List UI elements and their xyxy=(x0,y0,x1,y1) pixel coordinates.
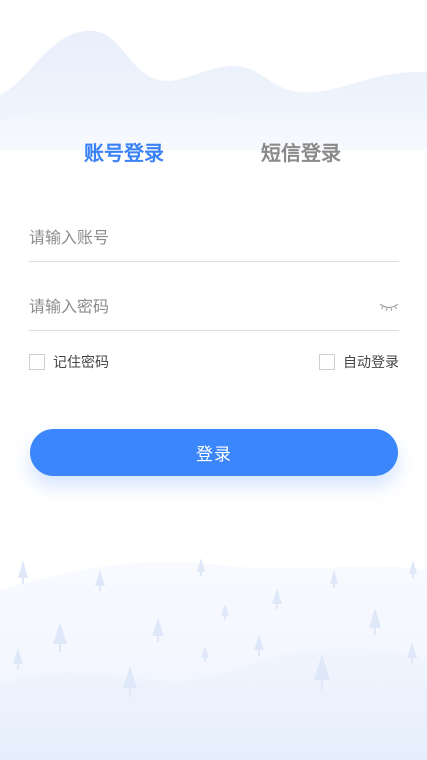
tab-sms-login-label: 短信登录 xyxy=(261,141,341,165)
eye-closed-icon[interactable] xyxy=(379,299,399,313)
auto-login-label: 自动登录 xyxy=(343,355,399,371)
tab-sms-login[interactable]: 短信登录 xyxy=(261,138,341,168)
auto-login-checkbox[interactable] xyxy=(319,354,335,370)
password-field xyxy=(29,283,399,331)
account-field xyxy=(29,214,399,262)
account-input[interactable] xyxy=(29,214,369,260)
tab-account-login[interactable]: 账号登录 xyxy=(84,138,164,168)
remember-password-label: 记住密码 xyxy=(53,355,109,371)
login-options: 记住密码 自动登录 xyxy=(29,352,399,372)
password-input[interactable] xyxy=(29,283,369,329)
login-button[interactable]: 登录 xyxy=(30,429,398,476)
auto-login-option[interactable]: 自动登录 xyxy=(319,352,399,372)
login-mode-tabs: 账号登录 短信登录 xyxy=(0,138,427,172)
bottom-forest-background xyxy=(0,558,427,760)
remember-password-checkbox[interactable] xyxy=(29,354,45,370)
tab-account-login-label: 账号登录 xyxy=(84,141,164,165)
remember-password-option[interactable]: 记住密码 xyxy=(29,352,109,372)
